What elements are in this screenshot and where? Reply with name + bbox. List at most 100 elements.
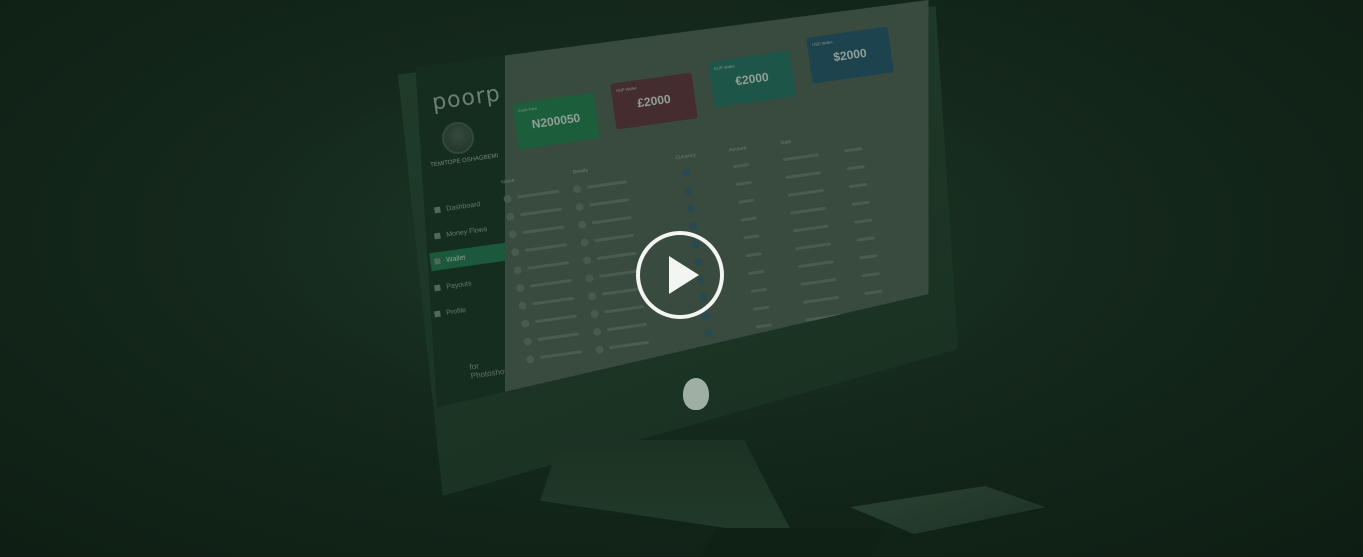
name-placeholder: [517, 189, 560, 199]
amount-placeholder: [748, 269, 765, 276]
avatar: [508, 230, 518, 240]
avatar: [525, 354, 535, 364]
wallet-card-eur[interactable]: EUR Wallet €2000: [708, 50, 796, 108]
wallet-cards: Cash Flow N200050 GBP Wallet £2000 EUR W…: [512, 20, 928, 150]
avatar: [592, 327, 602, 337]
status-placeholder: [864, 289, 883, 296]
amount-placeholder: [755, 323, 773, 329]
avatar: [518, 301, 528, 311]
avatar: [505, 212, 515, 222]
name-placeholder: [529, 278, 572, 288]
avatar: [595, 345, 605, 355]
name-placeholder: [527, 260, 570, 270]
scene: poorp TEMITOPE OSHAGBEMI Dashboard Money…: [0, 0, 1363, 557]
amount-placeholder: [743, 234, 760, 240]
sidebar-footer: for Photoshop: [468, 361, 510, 381]
name-placeholder: [524, 243, 567, 252]
date-placeholder: [797, 260, 834, 269]
currency-badge: [686, 203, 696, 214]
details-placeholder: [586, 180, 627, 189]
play-icon: [669, 256, 699, 294]
details-placeholder: [609, 340, 650, 350]
avatar: [520, 319, 530, 329]
table-header-currency: Currency: [675, 152, 697, 162]
send-icon: [434, 284, 441, 292]
amount-placeholder: [740, 216, 758, 222]
status-placeholder: [851, 200, 870, 207]
amount-placeholder: [750, 287, 768, 293]
name-placeholder: [519, 207, 562, 217]
avatar: [585, 273, 595, 283]
wallet-card-gbp[interactable]: GBP Wallet £2000: [610, 72, 698, 130]
wallet-card-usd[interactable]: USD Wallet $2000: [806, 26, 894, 84]
money-icon: [434, 232, 441, 240]
table-header-date: Date: [780, 138, 792, 147]
date-placeholder: [782, 153, 819, 162]
avatar: [582, 255, 592, 265]
card-caption: EUR Wallet: [713, 63, 735, 72]
avatar: [572, 184, 582, 194]
keyboard: [699, 528, 887, 557]
avatar: [580, 238, 590, 248]
currency-badge: [703, 328, 713, 338]
amount-placeholder: [735, 180, 753, 186]
name-placeholder: [532, 296, 575, 306]
amount-placeholder: [738, 198, 755, 204]
wallet-icon: [433, 257, 441, 265]
card-caption: USD Wallet: [811, 39, 833, 48]
amount-placeholder: [733, 162, 750, 169]
card-caption: Cash Flow: [517, 105, 538, 114]
table-header-name: Name: [500, 177, 516, 186]
play-button[interactable]: [636, 231, 724, 319]
avatar: [590, 309, 600, 319]
date-placeholder: [787, 188, 824, 197]
avatar: [523, 336, 533, 347]
status-placeholder: [846, 164, 865, 171]
imac-stand: [540, 440, 795, 538]
status-placeholder: [844, 147, 863, 153]
sidebar-item-label: Dashboard: [445, 200, 481, 213]
details-placeholder: [604, 304, 645, 314]
date-placeholder: [800, 277, 837, 286]
user-name: TEMITOPE OSHAGBEMI: [429, 153, 499, 169]
sidebar-item-label: Wallet: [445, 253, 466, 264]
details-placeholder: [594, 233, 635, 243]
app-logo: poorp: [430, 81, 503, 116]
details-placeholder: [599, 269, 640, 278]
avatar: [515, 283, 525, 293]
apple-logo-icon: [683, 378, 709, 410]
card-value: €2000: [734, 69, 770, 89]
name-placeholder: [522, 225, 565, 235]
avatar: [442, 122, 474, 154]
avatar: [587, 291, 597, 301]
sidebar-item-label: Profile: [445, 306, 467, 317]
wallet-card-ngn[interactable]: Cash Flow N200050: [512, 92, 600, 150]
trackpad: [847, 486, 1047, 534]
date-placeholder: [790, 206, 827, 215]
sidebar-item-label: Money Flows: [445, 225, 488, 239]
details-placeholder: [601, 287, 642, 296]
name-placeholder: [539, 350, 582, 359]
avatar: [575, 202, 585, 212]
status-placeholder: [861, 271, 880, 278]
details-placeholder: [589, 198, 630, 207]
details-placeholder: [606, 322, 647, 332]
details-placeholder: [591, 215, 632, 225]
user-icon: [434, 310, 441, 318]
table-header-details: Details: [572, 167, 589, 176]
sidebar-item-label: Payouts: [445, 279, 472, 291]
avatar: [510, 247, 520, 257]
name-placeholder: [534, 314, 577, 324]
card-value: $2000: [832, 45, 868, 65]
currency-badge: [688, 221, 698, 231]
status-placeholder: [856, 236, 875, 242]
currency-badge: [681, 168, 691, 178]
grid-icon: [434, 206, 441, 214]
currency-badge: [683, 186, 693, 196]
details-placeholder: [596, 251, 637, 261]
table-header-amount: Amount: [728, 145, 747, 154]
name-placeholder: [537, 332, 580, 342]
avatar: [503, 194, 513, 204]
avatar: [577, 220, 587, 230]
amount-placeholder: [753, 305, 770, 311]
